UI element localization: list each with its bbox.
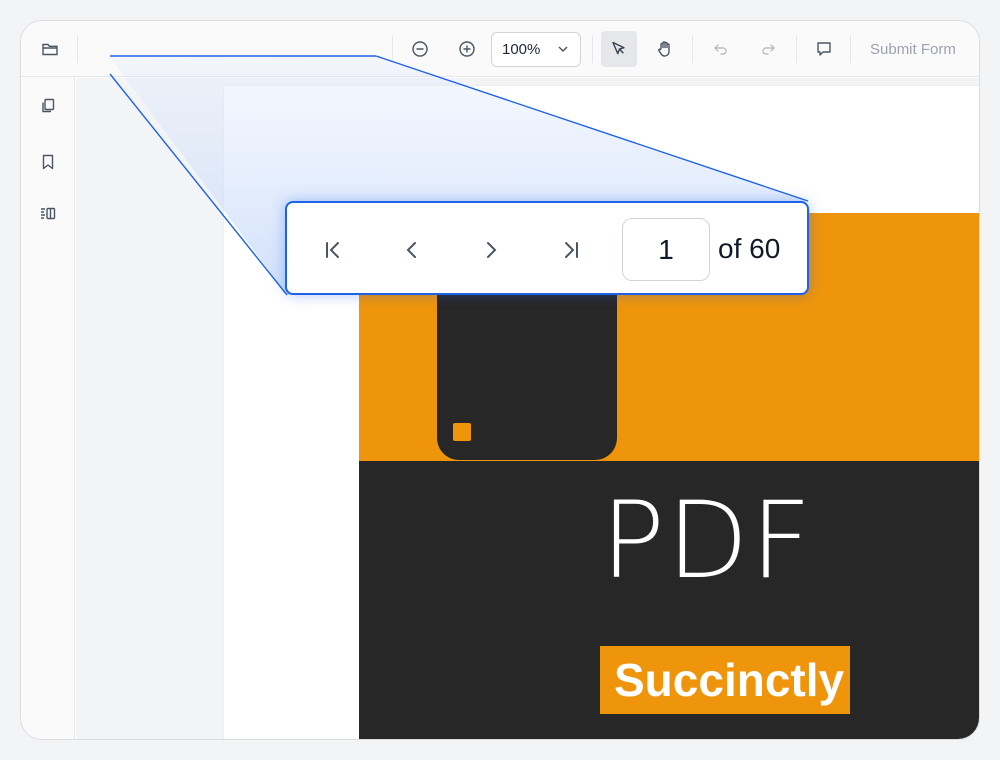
pdf-viewer-window: 100% Submit Form PDF Succinctly	[20, 20, 980, 740]
redo-icon	[762, 44, 775, 55]
last-page-icon	[565, 242, 578, 258]
chevron-left-icon	[406, 242, 416, 258]
chevron-right-icon	[487, 242, 497, 258]
previous-page-button[interactable]	[392, 230, 432, 270]
open-file-button[interactable]	[35, 34, 65, 64]
cursor-icon	[612, 41, 625, 55]
undo-icon	[714, 44, 727, 55]
toolbar-divider	[592, 35, 593, 63]
chevron-down-icon	[558, 46, 568, 52]
redo-button[interactable]	[753, 34, 783, 64]
last-page-button[interactable]	[551, 230, 591, 270]
pan-tool-button[interactable]	[650, 34, 680, 64]
total-pages-label: of 60	[718, 233, 781, 264]
submit-form-button[interactable]: Submit Form	[870, 41, 956, 58]
zoom-select[interactable]: 100%	[491, 32, 581, 67]
comment-icon	[817, 42, 831, 56]
bookmark-icon	[42, 154, 54, 170]
toolbar-divider	[850, 35, 851, 63]
select-tool-button[interactable]	[601, 31, 637, 67]
sidebar	[21, 77, 75, 739]
sidebar-item-organize-pages[interactable]	[35, 201, 61, 227]
current-page-input[interactable]: 1	[622, 218, 710, 281]
folder-open-icon	[42, 43, 58, 56]
first-page-icon	[326, 242, 339, 258]
copy-pages-icon	[42, 98, 55, 113]
toolbar-divider	[392, 35, 393, 63]
zoom-out-icon	[412, 41, 428, 57]
toolbar-divider	[692, 35, 693, 63]
zoom-in-button[interactable]	[452, 34, 482, 64]
undo-button[interactable]	[706, 34, 736, 64]
sidebar-item-bookmarks[interactable]	[35, 149, 61, 175]
organize-pages-icon	[41, 207, 56, 220]
cover-title: PDF	[601, 479, 814, 602]
document-viewer[interactable]: PDF Succinctly	[76, 78, 979, 739]
zoom-value: 100%	[502, 41, 541, 58]
first-page-button[interactable]	[313, 230, 353, 270]
add-comment-button[interactable]	[809, 34, 839, 64]
toolbar: 100% Submit Form	[21, 21, 979, 77]
cover-subtitle: Succinctly	[600, 646, 850, 714]
toolbar-divider	[77, 35, 78, 63]
sidebar-item-page-thumbnails[interactable]	[35, 93, 61, 119]
zoom-out-button[interactable]	[405, 34, 435, 64]
toolbar-divider	[796, 35, 797, 63]
hand-icon	[658, 41, 670, 57]
pdf-page: PDF Succinctly	[224, 86, 979, 739]
next-page-button[interactable]	[471, 230, 511, 270]
zoom-in-icon	[459, 41, 475, 57]
page-navigation-callout: 1 of 60	[285, 201, 809, 295]
